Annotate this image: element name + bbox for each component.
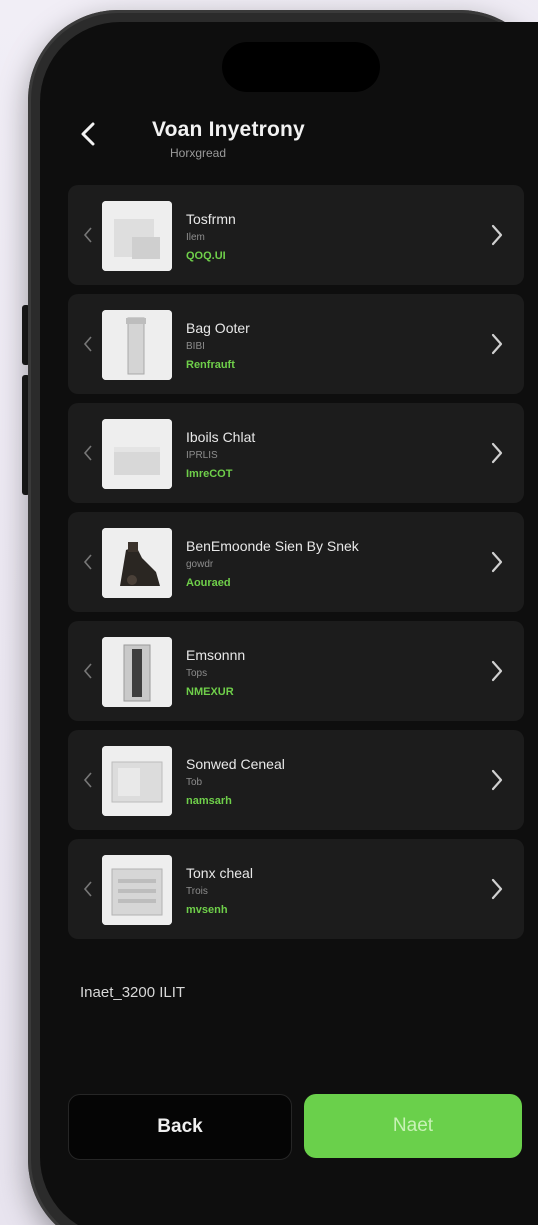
inventory-list: Tosfrmn Ilem QOQ.UI Bag Ooter BIBI Renfr… [68, 185, 524, 948]
item-status: Aouraed [186, 577, 231, 589]
total-label: Inaet_3200 ILIT [80, 984, 186, 1001]
chevron-right-icon[interactable] [488, 875, 506, 903]
dynamic-island [222, 42, 380, 92]
chevron-right-icon[interactable] [488, 330, 506, 358]
stage: Voan Inyetrony Horxgread Tosfrmn Ilem QO… [0, 0, 538, 1225]
item-status: namsarh [186, 795, 232, 807]
list-item[interactable]: Sonwed Ceneal Tob namsarh [68, 730, 524, 830]
product-thumbnail [102, 419, 172, 489]
chevron-right-icon[interactable] [488, 548, 506, 576]
page-title: Voan Inyetrony [152, 118, 305, 141]
chevron-left-icon [83, 227, 92, 243]
item-subtext: gowdr [186, 559, 214, 570]
chevron-right-icon[interactable] [488, 221, 506, 249]
item-status: ImreCOT [186, 468, 233, 480]
list-item[interactable]: BenEmoonde Sien By Snek gowdr Aouraed [68, 512, 524, 612]
product-thumbnail [102, 528, 172, 598]
item-name: Emsonnn [186, 647, 246, 663]
chevron-left-icon [83, 881, 92, 897]
product-thumbnail [102, 746, 172, 816]
item-status: NMEXUR [186, 686, 234, 698]
chevron-left-icon [83, 445, 92, 461]
chevron-left-icon [83, 663, 92, 679]
back-arrow-icon[interactable] [76, 120, 104, 148]
list-item[interactable]: Emsonnn Tops NMEXUR [68, 621, 524, 721]
product-thumbnail [102, 637, 172, 707]
item-name: Sonwed Ceneal [186, 756, 285, 772]
list-item[interactable]: Tosfrmn Ilem QOQ.UI [68, 185, 524, 285]
page-subtitle: Horxgread [170, 146, 227, 160]
chevron-left-icon [83, 554, 92, 570]
chevron-right-icon[interactable] [488, 439, 506, 467]
item-name: Tosfrmn [186, 211, 236, 227]
item-status: QOQ.UI [186, 250, 226, 262]
item-name: BenEmoonde Sien By Snek [186, 538, 359, 554]
chevron-right-icon[interactable] [488, 766, 506, 794]
item-name: Tonx cheal [186, 865, 253, 881]
item-name: Bag Ooter [186, 320, 250, 336]
product-thumbnail [102, 855, 172, 925]
chevron-left-icon [83, 336, 92, 352]
item-subtext: Tops [186, 668, 208, 679]
item-status: mvsenh [186, 904, 228, 916]
item-subtext: BIBI [186, 341, 205, 352]
item-name: Iboils Chlat [186, 429, 256, 445]
chevron-right-icon[interactable] [488, 657, 506, 685]
next-button[interactable]: Naet [304, 1094, 522, 1158]
item-subtext: Trois [186, 886, 208, 897]
phone-screen: Voan Inyetrony Horxgread Tosfrmn Ilem QO… [40, 22, 538, 1225]
list-item[interactable]: Bag Ooter BIBI Renfrauft [68, 294, 524, 394]
chevron-left-icon [83, 772, 92, 788]
list-item[interactable]: Tonx cheal Trois mvsenh [68, 839, 524, 939]
item-subtext: IPRLIS [186, 450, 218, 461]
item-status: Renfrauft [186, 359, 235, 371]
list-item[interactable]: Iboils Chlat IPRLIS ImreCOT [68, 403, 524, 503]
header: Voan Inyetrony Horxgread [40, 112, 538, 172]
back-button[interactable]: Back [68, 1094, 292, 1160]
product-thumbnail [102, 201, 172, 271]
item-subtext: Ilem [186, 232, 205, 243]
product-thumbnail [102, 310, 172, 380]
item-subtext: Tob [186, 777, 203, 788]
